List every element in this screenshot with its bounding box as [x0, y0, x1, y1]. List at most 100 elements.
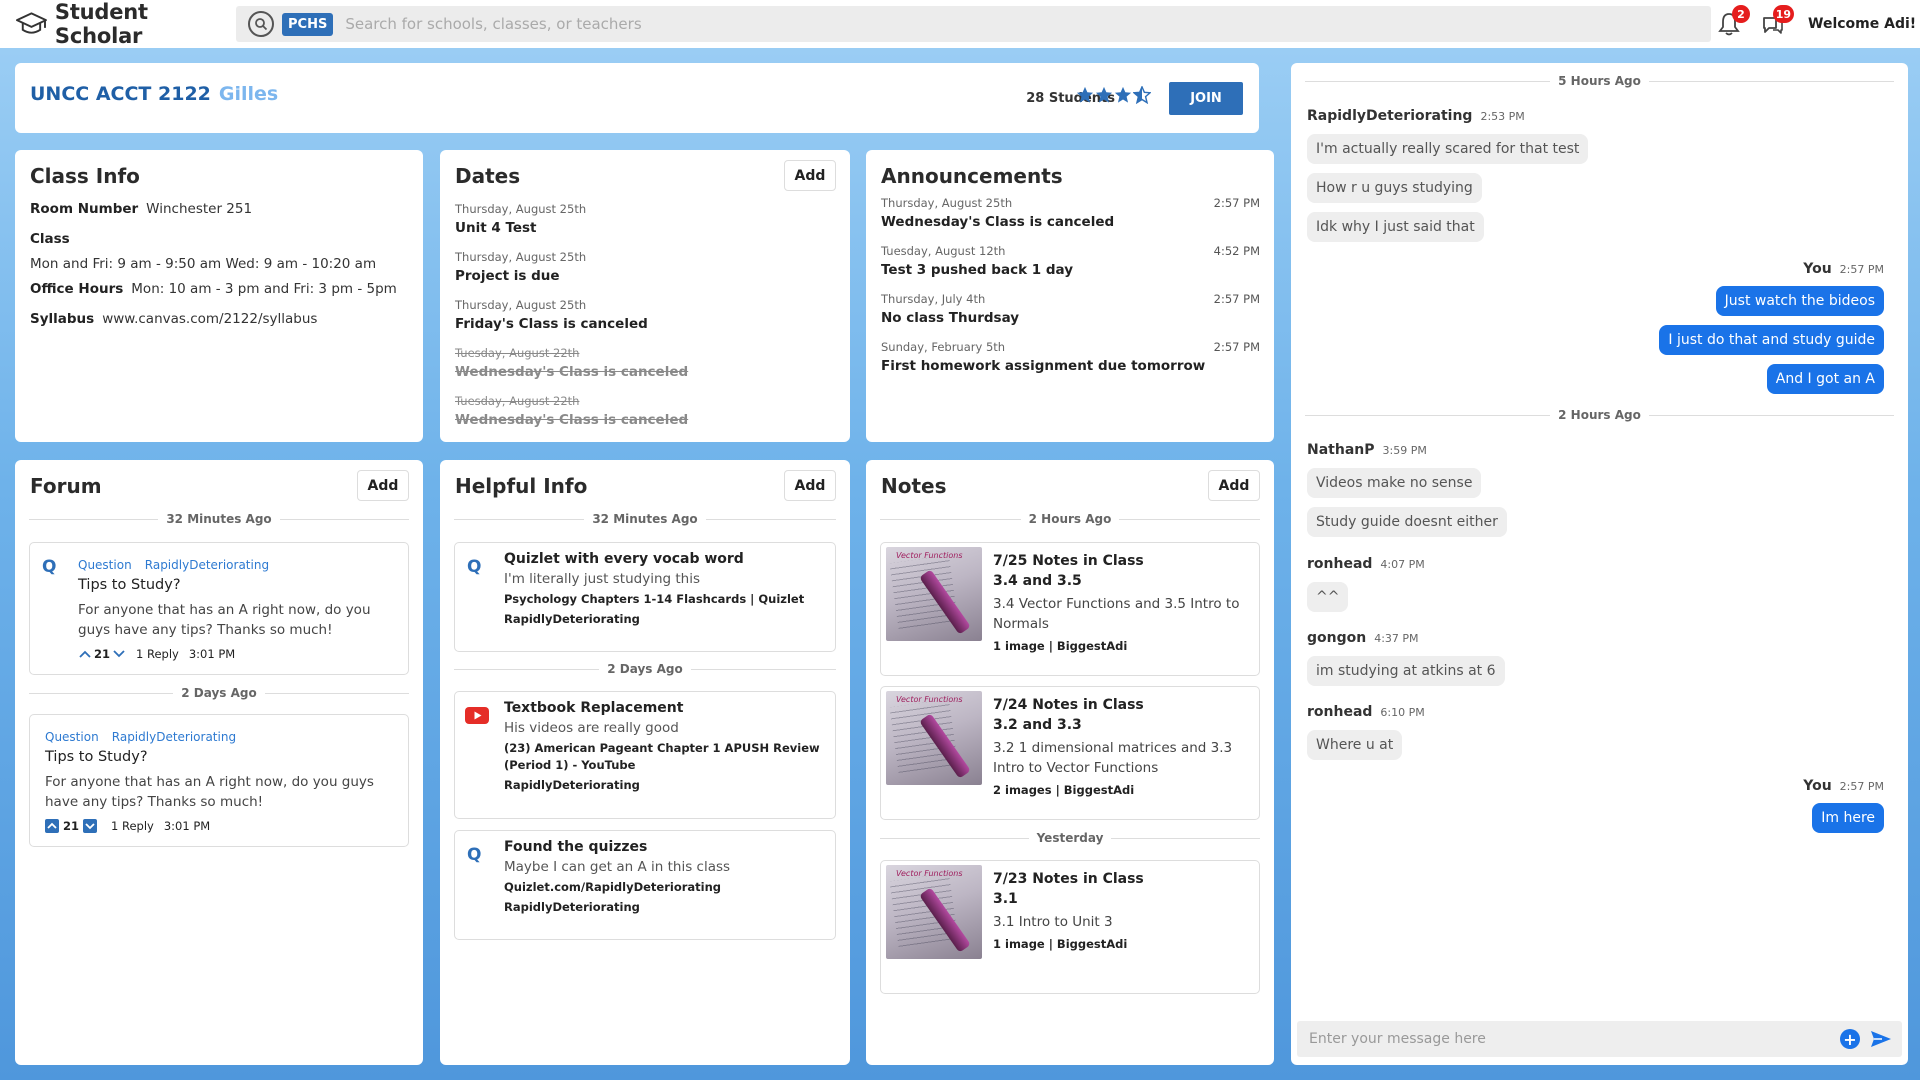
chat-username[interactable]: RapidlyDeteriorating 2:53 PM	[1307, 108, 1525, 124]
announcements-card: Announcements Thursday, August 25th 2:57…	[866, 150, 1274, 442]
helpful-user[interactable]: RapidlyDeteriorating	[504, 778, 825, 792]
rating-stars	[1075, 86, 1151, 104]
note-meta: 1 image | BiggestAdi	[993, 639, 1128, 653]
helpful-item[interactable]: Q Found the quizzes Maybe I can get an A…	[454, 830, 836, 940]
helpful-subtitle: His videos are really good	[504, 720, 679, 736]
office-label: Office Hours	[30, 281, 124, 297]
brand[interactable]: Student Scholar	[0, 0, 236, 48]
forum-post[interactable]: Q Question RapidlyDeteriorating Tips to …	[29, 542, 409, 675]
notification-badge: 2	[1732, 5, 1750, 23]
time-divider: 2 Days Ago	[454, 662, 836, 676]
search-input[interactable]	[345, 15, 1646, 33]
graduation-cap-icon	[16, 12, 47, 34]
downvote-icon[interactable]	[112, 649, 126, 659]
chat-username[interactable]: NathanP 3:59 PM	[1307, 442, 1427, 458]
note-item[interactable]: Vector Functions 7/23 Notes in Class 3.1…	[880, 860, 1260, 994]
school-chip[interactable]: PCHS	[282, 12, 334, 36]
time-divider: 32 Minutes Ago	[454, 512, 836, 526]
announcement-time: 2:57 PM	[1213, 340, 1260, 354]
chat-username[interactable]: gongon 4:37 PM	[1307, 630, 1419, 646]
messages-badge: 19	[1772, 5, 1794, 23]
vote-count: 21	[94, 647, 111, 661]
course-name: UNCC ACCT 2122	[30, 83, 211, 105]
announcement-title: Test 3 pushed back 1 day	[881, 262, 1073, 278]
announcement-item[interactable]: Sunday, February 5th 2:57 PM First homew…	[881, 340, 1260, 374]
brand-name: Student Scholar	[54, 0, 148, 48]
date-item[interactable]: Thursday, August 25th Friday's Class is …	[455, 298, 836, 332]
post-meta: 21 1 Reply 3:01 PM	[78, 647, 235, 661]
post-time: 3:01 PM	[188, 647, 236, 661]
post-meta: 21 1 Reply 3:01 PM	[45, 819, 210, 833]
announcement-item[interactable]: Tuesday, August 12th 4:52 PM Test 3 push…	[881, 244, 1260, 278]
search-bar: PCHS	[236, 6, 1711, 42]
upvote-icon[interactable]	[78, 649, 92, 659]
helpful-link[interactable]: Quizlet.com/RapidlyDeteriorating	[504, 879, 825, 896]
reply-count[interactable]: 1 Reply	[111, 819, 154, 833]
course-professor[interactable]: Gilles	[219, 83, 278, 105]
search-icon[interactable]	[248, 11, 274, 37]
announcement-item[interactable]: Thursday, August 25th 2:57 PM Wednesday'…	[881, 196, 1260, 230]
join-button[interactable]: JOIN	[1169, 82, 1243, 115]
reply-count[interactable]: 1 Reply	[136, 647, 179, 661]
note-description: 3.4 Vector Functions and 3.5 Intro to No…	[993, 596, 1240, 632]
messages-button[interactable]: 19	[1758, 5, 1794, 39]
chat-username[interactable]: ronhead 6:10 PM	[1307, 704, 1425, 720]
post-type-tag[interactable]: Question	[78, 558, 132, 572]
notifications-button[interactable]: 2	[1714, 5, 1750, 39]
note-item[interactable]: Vector Functions 7/25 Notes in Class 3.4…	[880, 542, 1260, 676]
notes-title: Notes	[881, 474, 947, 498]
post-body: For anyone that has an A right now, do y…	[78, 602, 371, 638]
helpful-user[interactable]: RapidlyDeteriorating	[504, 900, 825, 914]
dates-add-button[interactable]: Add	[784, 160, 836, 191]
notes-add-button[interactable]: Add	[1208, 470, 1260, 501]
note-content: 7/25 Notes in Class 3.4 and 3.5 3.4 Vect…	[993, 551, 1251, 653]
helpful-info-card: Helpful Info Add 32 Minutes Ago Q Quizle…	[440, 460, 850, 1065]
helpful-item[interactable]: Textbook Replacement His videos are real…	[454, 691, 836, 819]
note-thumbnail[interactable]: Vector Functions	[886, 691, 982, 785]
attach-plus-icon[interactable]: +	[1840, 1029, 1860, 1049]
announcement-date: Sunday, February 5th	[881, 340, 1006, 354]
forum-post[interactable]: Question RapidlyDeteriorating Tips to St…	[29, 714, 409, 847]
downvote-icon[interactable]	[83, 819, 98, 833]
chat-message-self: I just do that and study guide	[1659, 325, 1884, 355]
class-label-row: Class	[30, 231, 78, 247]
post-author[interactable]: RapidlyDeteriorating	[112, 730, 236, 744]
announcement-item[interactable]: Thursday, July 4th 2:57 PM No class Thur…	[881, 292, 1260, 326]
send-icon[interactable]	[1870, 1030, 1892, 1048]
forum-add-button[interactable]: Add	[357, 470, 409, 501]
note-title: 7/25 Notes in Class	[993, 553, 1144, 569]
date-item-date: Thursday, August 25th	[455, 202, 587, 216]
announcement-time: 2:57 PM	[1213, 292, 1260, 306]
note-item[interactable]: Vector Functions 7/24 Notes in Class 3.2…	[880, 686, 1260, 820]
forum-card: Forum Add 32 Minutes Ago Q Question Rapi…	[15, 460, 423, 1065]
helpful-add-button[interactable]: Add	[784, 470, 836, 501]
announcement-time: 2:57 PM	[1213, 196, 1260, 210]
dates-card: Dates Add Thursday, August 25th Unit 4 T…	[440, 150, 850, 442]
post-author[interactable]: RapidlyDeteriorating	[145, 558, 269, 572]
helpful-link[interactable]: (23) American Pageant Chapter 1 APUSH Re…	[504, 740, 825, 774]
date-item-date: Tuesday, August 22th	[455, 394, 580, 408]
date-item[interactable]: Thursday, August 25th Project is due	[455, 250, 836, 284]
helpful-item[interactable]: Q Quizlet with every vocab word I'm lite…	[454, 542, 836, 652]
upvote-icon[interactable]	[45, 819, 59, 833]
date-item-title: Unit 4 Test	[455, 220, 537, 236]
date-item-completed[interactable]: Tuesday, August 22th Wednesday's Class i…	[455, 346, 836, 380]
note-content: 7/24 Notes in Class 3.2 and 3.3 3.2 1 di…	[993, 695, 1251, 797]
time-divider: 2 Days Ago	[29, 686, 409, 700]
syllabus-link[interactable]: www.canvas.com/2122/syllabus	[102, 311, 317, 327]
chat-message: Idk why I just said that	[1307, 212, 1484, 242]
helpful-user[interactable]: RapidlyDeteriorating	[504, 612, 825, 626]
announcement-date: Thursday, August 25th	[881, 196, 1013, 210]
helpful-link[interactable]: Psychology Chapters 1-14 Flashcards | Qu…	[504, 591, 825, 608]
syllabus-row: Syllabus www.canvas.com/2122/syllabus	[30, 311, 317, 327]
date-item-completed[interactable]: Tuesday, August 22th Wednesday's Class i…	[455, 394, 836, 428]
date-item-title: Project is due	[455, 268, 560, 284]
note-thumbnail[interactable]: Vector Functions	[886, 547, 982, 641]
post-title: Tips to Study?	[45, 749, 148, 765]
chat-username[interactable]: ronhead 4:07 PM	[1307, 556, 1425, 572]
chat-input[interactable]	[1297, 1031, 1840, 1047]
date-item[interactable]: Thursday, August 25th Unit 4 Test	[455, 202, 836, 236]
note-thumbnail[interactable]: Vector Functions	[886, 865, 982, 959]
post-type-tag[interactable]: Question	[45, 730, 99, 744]
vote-count: 21	[63, 819, 80, 833]
